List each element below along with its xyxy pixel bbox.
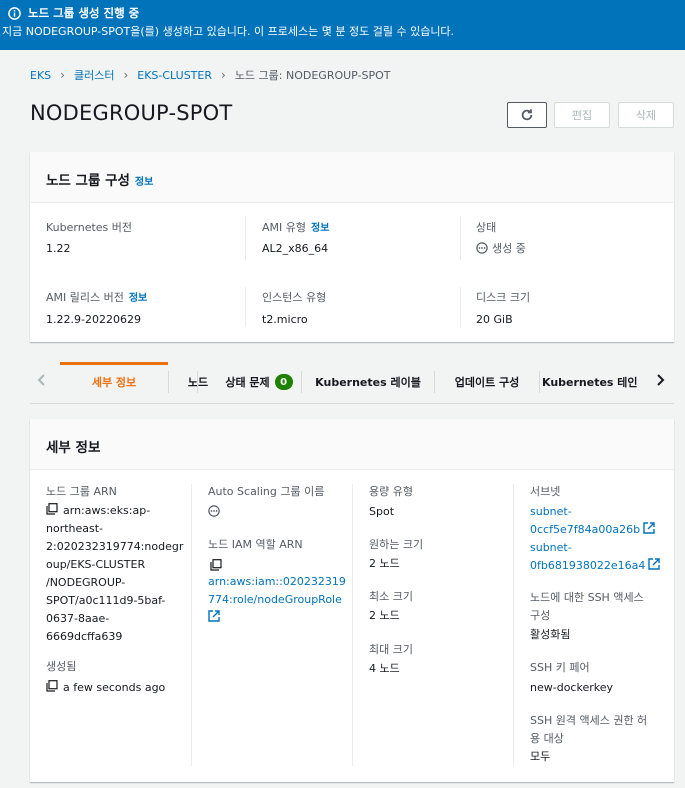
capacity-type-value: Spot (369, 505, 395, 518)
min-size-label: 최소 크기 (369, 590, 413, 603)
chevron-right-icon: › (221, 68, 226, 82)
ssh-remote-label: SSH 원격 액세스 권한 허 용 대상 (530, 714, 648, 745)
refresh-icon (521, 109, 533, 121)
breadcrumb-current: 노드 그룹: NODEGROUP-SPOT (234, 69, 391, 82)
details-title: 세부 정보 (46, 440, 101, 456)
ami-release-info-link[interactable]: 정보 (129, 293, 147, 304)
breadcrumb-clusters[interactable]: 클러스터 (74, 67, 114, 83)
created-label: 생성됨 (46, 660, 77, 673)
capacity-type-label: 용량 유형 (369, 485, 413, 498)
copy-icon[interactable] (210, 559, 222, 571)
k8s-version: Kubernetes 버전 1.22 (46, 219, 132, 255)
config-panel-header: 노드 그룹 구성 정보 (30, 152, 674, 203)
chevron-right-icon: › (60, 68, 65, 82)
divider (245, 287, 246, 327)
subnet-link-2[interactable]: subnet- 0fb681938022e16a4 (530, 539, 661, 575)
breadcrumb-cluster[interactable]: EKS-CLUSTER (137, 69, 212, 82)
arn-value: arn:aws:eks:ap- northeast- 2:02023231977… (46, 503, 184, 643)
ami-type-info-link[interactable]: 정보 (311, 223, 329, 234)
external-link-icon (208, 610, 220, 622)
info-icon (8, 7, 21, 20)
external-link-icon (643, 522, 655, 534)
config-info-link[interactable]: 정보 (135, 177, 153, 188)
edit-button[interactable]: 편집 (554, 102, 610, 128)
instance-type-value: t2.micro (262, 313, 308, 326)
ami-type-label: AMI 유형 (262, 221, 306, 234)
divider (460, 216, 461, 260)
ami-release-value: 1.22.9-20220629 (46, 313, 141, 326)
instance-type: 인스턴스 유형 t2.micro (262, 289, 326, 326)
desired-size-value: 2 노드 (369, 557, 400, 570)
banner-title: 노드 그룹 생성 진행 중 (28, 6, 140, 20)
max-size-label: 최대 크기 (369, 643, 413, 656)
flash-banner: 노드 그룹 생성 진행 중 지금 NODEGROUP-SPOT을(를) 생성하고… (0, 0, 685, 50)
arn-label: 노드 그룹 ARN (46, 485, 117, 498)
tab-bar: 세부 정보 노드 상태 문제 0 Kubernetes 레이블 업데이트 구성 … (30, 362, 674, 403)
banner-message: 지금 NODEGROUP-SPOT을(를) 생성하고 있습니다. 이 프로세스는… (2, 25, 455, 38)
min-size-value: 2 노드 (369, 609, 400, 622)
config-title: 노드 그룹 구성 (46, 173, 130, 189)
divider (460, 287, 461, 327)
ami-release-label: AMI 릴리스 버전 (46, 291, 124, 304)
pending-icon (476, 242, 488, 254)
external-link-icon (648, 558, 661, 570)
status-value: 생성 중 (492, 242, 526, 255)
subnet-link-1[interactable]: subnet- 0ccf5e7f84a00a26b (530, 503, 655, 539)
disk-size: 디스크 크기 20 GiB (476, 289, 530, 326)
ami-release: AMI 릴리스 버전 정보 1.22.9-20220629 (46, 289, 147, 326)
refresh-button[interactable] (507, 102, 547, 128)
instance-type-label: 인스턴스 유형 (262, 291, 327, 304)
tab-k8s-labels[interactable]: Kubernetes 레이블 (302, 362, 434, 402)
iam-label: 노드 IAM 역할 ARN (208, 538, 303, 551)
divider (245, 216, 246, 260)
divider (191, 484, 192, 766)
iam-role-link[interactable]: arn:aws:iam::020232319 774:role/nodeGrou… (208, 573, 346, 627)
status: 상태 생성 중 (476, 219, 526, 256)
delete-button[interactable]: 삭제 (618, 102, 674, 128)
tab-update-config[interactable]: 업데이트 구성 (435, 362, 539, 402)
chevron-right-icon: › (123, 68, 129, 82)
breadcrumb: EKS › 클러스터 › EKS-CLUSTER › 노드 그룹: NODEGR… (30, 67, 391, 83)
ami-type-value: AL2_x86_64 (262, 242, 329, 255)
ssh-access-label: 노드에 대한 SSH 액세스 구성 (530, 591, 644, 622)
details-panel-header: 세부 정보 (30, 419, 674, 470)
asg-label: Auto Scaling 그룹 이름 (208, 485, 325, 498)
tab-bar-border (30, 403, 674, 404)
copy-icon[interactable] (46, 503, 58, 515)
ssh-remote-value: 모두 (530, 750, 551, 763)
ssh-key-label: SSH 키 페어 (530, 661, 590, 674)
divider (513, 484, 514, 766)
ami-type: AMI 유형 정보 AL2_x86_64 (262, 219, 329, 255)
tab-k8s-taints[interactable]: Kubernetes 테인 (542, 362, 650, 402)
ssh-key-value: new-dockerkey (530, 681, 613, 694)
tab-details[interactable]: 세부 정보 (60, 362, 168, 402)
created-value: a few seconds ago (46, 679, 165, 697)
desired-size-label: 원하는 크기 (369, 538, 424, 551)
tab-health-label: 상태 문제 (225, 376, 270, 389)
disk-size-label: 디스크 크기 (476, 291, 531, 304)
tab-separator (539, 371, 540, 393)
page-title: NODEGROUP-SPOT (30, 101, 233, 125)
tabs-scroll-right-icon[interactable] (654, 373, 666, 387)
divider (352, 484, 353, 766)
breadcrumb-eks[interactable]: EKS (30, 69, 51, 82)
status-label: 상태 (476, 221, 497, 234)
health-count-badge: 0 (274, 374, 293, 390)
subnet-label: 서브넷 (530, 485, 561, 498)
copy-icon[interactable] (46, 680, 58, 692)
max-size-value: 4 노드 (369, 662, 400, 675)
k8s-version-label: Kubernetes 버전 (46, 221, 133, 234)
disk-size-value: 20 GiB (476, 313, 513, 326)
ssh-access-value: 활성화됨 (530, 628, 571, 641)
k8s-version-value: 1.22 (46, 242, 71, 255)
config-panel: 노드 그룹 구성 정보 Kubernetes 버전 1.22 AMI 유형 정보 A… (30, 152, 674, 342)
pending-icon (208, 505, 220, 517)
